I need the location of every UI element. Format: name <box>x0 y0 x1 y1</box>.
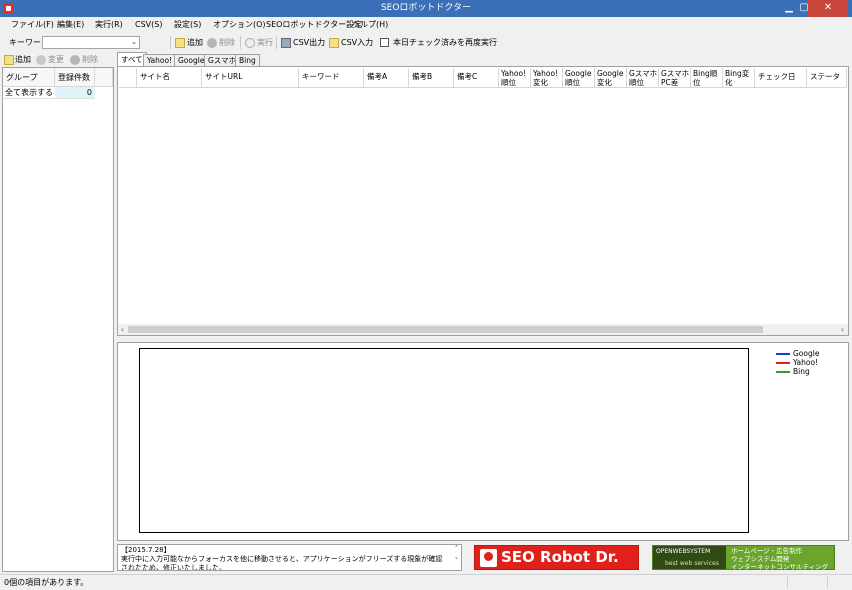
status-bar: 0個の項目があります。 <box>0 574 852 590</box>
ranking-grid[interactable]: サイト名 サイトURL キーワード 備考A 備考B 備考C Yahoo! 順位 … <box>117 66 849 336</box>
column-header-note-c[interactable]: 備考C <box>454 68 499 88</box>
tab-bing[interactable]: Bing <box>235 54 260 66</box>
column-header-keyword[interactable]: キーワード <box>299 68 364 88</box>
news-notice-text: 【2015.7.28】 実行中に入力可能なからフォーカスを他に移動させると、アプ… <box>121 546 443 571</box>
legend-label-yahoo: Yahoo! <box>793 358 819 367</box>
group-add-button[interactable]: 追加 <box>15 53 31 67</box>
column-header-note-b[interactable]: 備考B <box>409 68 454 88</box>
column-header-empty <box>95 68 113 87</box>
toolbar-separator <box>240 36 241 49</box>
menu-seo-settings[interactable]: SEOロボットドクター設定 <box>266 19 362 31</box>
scroll-up-icon[interactable]: ˄ <box>452 545 461 553</box>
edit-icon <box>36 55 46 65</box>
scroll-left-icon[interactable]: ‹ <box>118 324 127 335</box>
legend-swatch-yahoo <box>776 362 790 364</box>
legend-label-bing: Bing <box>793 367 810 376</box>
column-header-gsmaho-pc-diff[interactable]: Gスマホ PC差 <box>659 68 691 88</box>
delete-icon <box>70 55 80 65</box>
scroll-down-icon[interactable]: ˅ <box>452 557 461 565</box>
menu-help[interactable]: ヘルプ(H) <box>352 19 388 31</box>
run-icon <box>245 38 255 48</box>
scroll-right-icon[interactable]: › <box>838 324 847 335</box>
csv-import-button[interactable]: CSV入力 <box>341 36 373 50</box>
menu-file[interactable]: ファイル(F) <box>11 19 54 31</box>
group-row-count[interactable]: 0 <box>55 87 95 99</box>
recheck-checkbox[interactable] <box>380 38 389 47</box>
group-row-name[interactable]: 全て表示する <box>3 87 55 99</box>
group-edit-button[interactable]: 変更 <box>48 53 64 67</box>
column-header-note-a[interactable]: 備考A <box>364 68 409 88</box>
menu-csv[interactable]: CSV(S) <box>135 19 162 31</box>
column-header-yahoo-rank[interactable]: Yahoo! 順位 <box>499 68 531 88</box>
ows-sub-text: best web services <box>665 560 719 567</box>
status-divider <box>787 576 788 589</box>
printer-icon <box>281 38 291 48</box>
news-notice: 【2015.7.28】 実行中に入力可能なからフォーカスを他に移動させると、アプ… <box>117 544 462 571</box>
column-header-status[interactable]: ステータス <box>807 68 847 88</box>
seo-banner-text: SEO Robot Dr. <box>501 548 619 566</box>
column-header-site-name[interactable]: サイト名 <box>137 68 202 88</box>
chevron-down-icon[interactable]: ⌄ <box>131 37 137 48</box>
openwebsystem-banner[interactable]: OPENWEBSYSTEM best web services ホームページ・広… <box>652 545 835 571</box>
add-icon <box>175 38 185 48</box>
column-header-google-change[interactable]: Google 変化 <box>595 68 627 88</box>
minimize-button[interactable]: ▁ <box>780 0 798 17</box>
ows-line-2: ウェブシステム開発 <box>731 555 790 563</box>
group-toolbar: 追加 変更 削除 <box>0 52 115 67</box>
column-header-check-date[interactable]: チェック日 <box>755 68 807 88</box>
column-header-google-rank[interactable]: Google 順位 <box>563 68 595 88</box>
toolbar-add-button[interactable]: 追加 <box>187 36 203 50</box>
add-icon <box>4 55 14 65</box>
column-header-bing-rank[interactable]: Bing順 位 <box>691 68 723 88</box>
row-header-corner <box>119 68 137 88</box>
rank-chart-svg <box>140 349 748 532</box>
status-divider <box>827 576 828 589</box>
menu-run[interactable]: 実行(R) <box>95 19 123 31</box>
recheck-label: 本日チェック済みを再度実行 <box>393 38 497 47</box>
column-header-yahoo-change[interactable]: Yahoo! 変化 <box>531 68 563 88</box>
legend-swatch-google <box>776 353 790 355</box>
close-button[interactable]: ✕ <box>808 0 848 17</box>
tab-yahoo[interactable]: Yahoo! <box>143 54 177 66</box>
column-header-site-url[interactable]: サイトURL <box>202 68 299 88</box>
title-bar: SEOロボットドクター ▁ ▢ ✕ <box>0 0 852 17</box>
column-header-group[interactable]: グループ <box>3 68 55 87</box>
rank-chart-panel: Google Yahoo! Bing <box>117 342 849 541</box>
toolbar-separator <box>170 36 171 49</box>
notice-scrollbar[interactable]: ˄ ˅ <box>452 545 461 570</box>
ows-logo-block: OPENWEBSYSTEM best web services <box>653 546 726 569</box>
menu-options[interactable]: オプション(O) <box>213 19 266 31</box>
menu-settings[interactable]: 設定(S) <box>174 19 201 31</box>
toolbar-run-button[interactable]: 実行 <box>257 36 273 50</box>
ows-line-3: インターネットコンサルティング <box>731 563 829 571</box>
toolbar-separator <box>276 36 277 49</box>
menu-bar: ファイル(F) 編集(E) 実行(R) CSV(S) 設定(S) オプション(O… <box>0 17 852 32</box>
seo-robot-dr-banner[interactable]: SEO Robot Dr. <box>474 545 639 570</box>
status-text: 0個の項目があります。 <box>4 578 89 587</box>
legend-swatch-bing <box>776 371 790 373</box>
delete-icon <box>207 38 217 48</box>
window-title: SEOロボットドクター <box>380 3 472 13</box>
column-header-gsmaho-rank[interactable]: Gスマホ 順位 <box>627 68 659 88</box>
chart-legend: Google Yahoo! Bing <box>774 349 846 383</box>
scrollbar-thumb[interactable] <box>128 326 763 333</box>
legend-label-google: Google <box>793 349 820 358</box>
group-grid: グループ 登録件数 全て表示する 0 <box>2 67 114 572</box>
rank-chart-plot <box>139 348 749 533</box>
menu-edit[interactable]: 編集(E) <box>57 19 84 31</box>
column-header-bing-change[interactable]: Bing変 化 <box>723 68 755 88</box>
folder-icon <box>329 38 339 48</box>
ows-line-1: ホームページ・広告制作 <box>731 547 803 555</box>
ows-logo-text: OPENWEBSYSTEM <box>656 548 711 555</box>
robot-logo-icon <box>480 549 497 567</box>
csv-export-button[interactable]: CSV出力 <box>293 36 325 50</box>
column-header-count[interactable]: 登録件数 <box>55 68 95 87</box>
horizontal-scrollbar[interactable]: ‹ › <box>118 324 848 335</box>
toolbar-delete-button[interactable]: 削除 <box>219 36 235 50</box>
group-delete-button[interactable]: 削除 <box>82 53 98 67</box>
keyword-combobox[interactable]: ⌄ <box>42 36 140 49</box>
